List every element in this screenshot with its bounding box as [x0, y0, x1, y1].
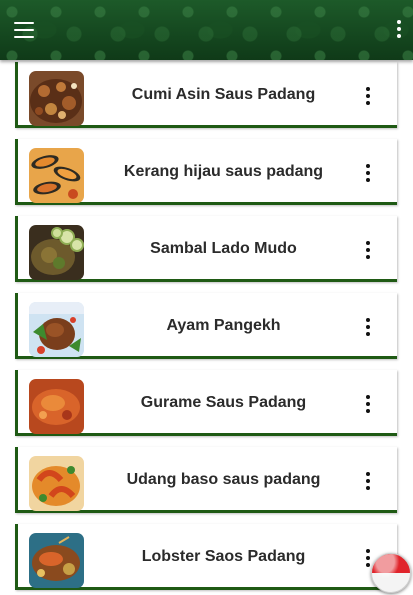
more-vert-icon[interactable]: [365, 164, 371, 182]
recipe-title: Cumi Asin Saus Padang: [131, 86, 316, 103]
recipe-card[interactable]: Lobster Saos Padang: [15, 524, 397, 590]
recipe-card[interactable]: Udang baso saus padang: [15, 447, 397, 513]
recipe-card[interactable]: Kerang hijau saus padang: [15, 139, 397, 205]
app-bar: [0, 0, 413, 60]
recipe-list: Cumi Asin Saus Padang Kerang hijau saus …: [15, 62, 397, 595]
more-vert-icon[interactable]: [365, 87, 371, 105]
indonesia-flag-icon[interactable]: [371, 553, 411, 593]
recipe-card[interactable]: Gurame Saus Padang: [15, 370, 397, 436]
recipe-title: Lobster Saos Padang: [141, 548, 306, 565]
more-vert-icon[interactable]: [365, 318, 371, 336]
lobster-dish-thumbnail: [29, 533, 84, 588]
recipe-title: Udang baso saus padang: [126, 471, 321, 488]
more-vert-icon[interactable]: [365, 472, 371, 490]
recipe-title: Ayam Pangekh: [166, 317, 281, 334]
recipe-title: Gurame Saus Padang: [140, 394, 307, 411]
gourami-dish-thumbnail: [29, 379, 84, 434]
squid-dish-thumbnail: [29, 71, 84, 126]
recipe-title: Kerang hijau saus padang: [123, 163, 324, 180]
more-vert-icon[interactable]: [395, 20, 403, 42]
recipe-card[interactable]: Ayam Pangekh: [15, 293, 397, 359]
mussel-dish-thumbnail: [29, 148, 84, 203]
more-vert-icon[interactable]: [365, 549, 371, 567]
shrimp-dish-thumbnail: [29, 456, 84, 511]
more-vert-icon[interactable]: [365, 395, 371, 413]
hamburger-menu-icon[interactable]: [14, 22, 36, 40]
recipe-title: Sambal Lado Mudo: [150, 240, 297, 257]
chicken-dish-thumbnail: [29, 302, 84, 357]
recipe-card[interactable]: Cumi Asin Saus Padang: [15, 62, 397, 128]
more-vert-icon[interactable]: [365, 241, 371, 259]
green-sambal-thumbnail: [29, 225, 84, 280]
recipe-card[interactable]: Sambal Lado Mudo: [15, 216, 397, 282]
